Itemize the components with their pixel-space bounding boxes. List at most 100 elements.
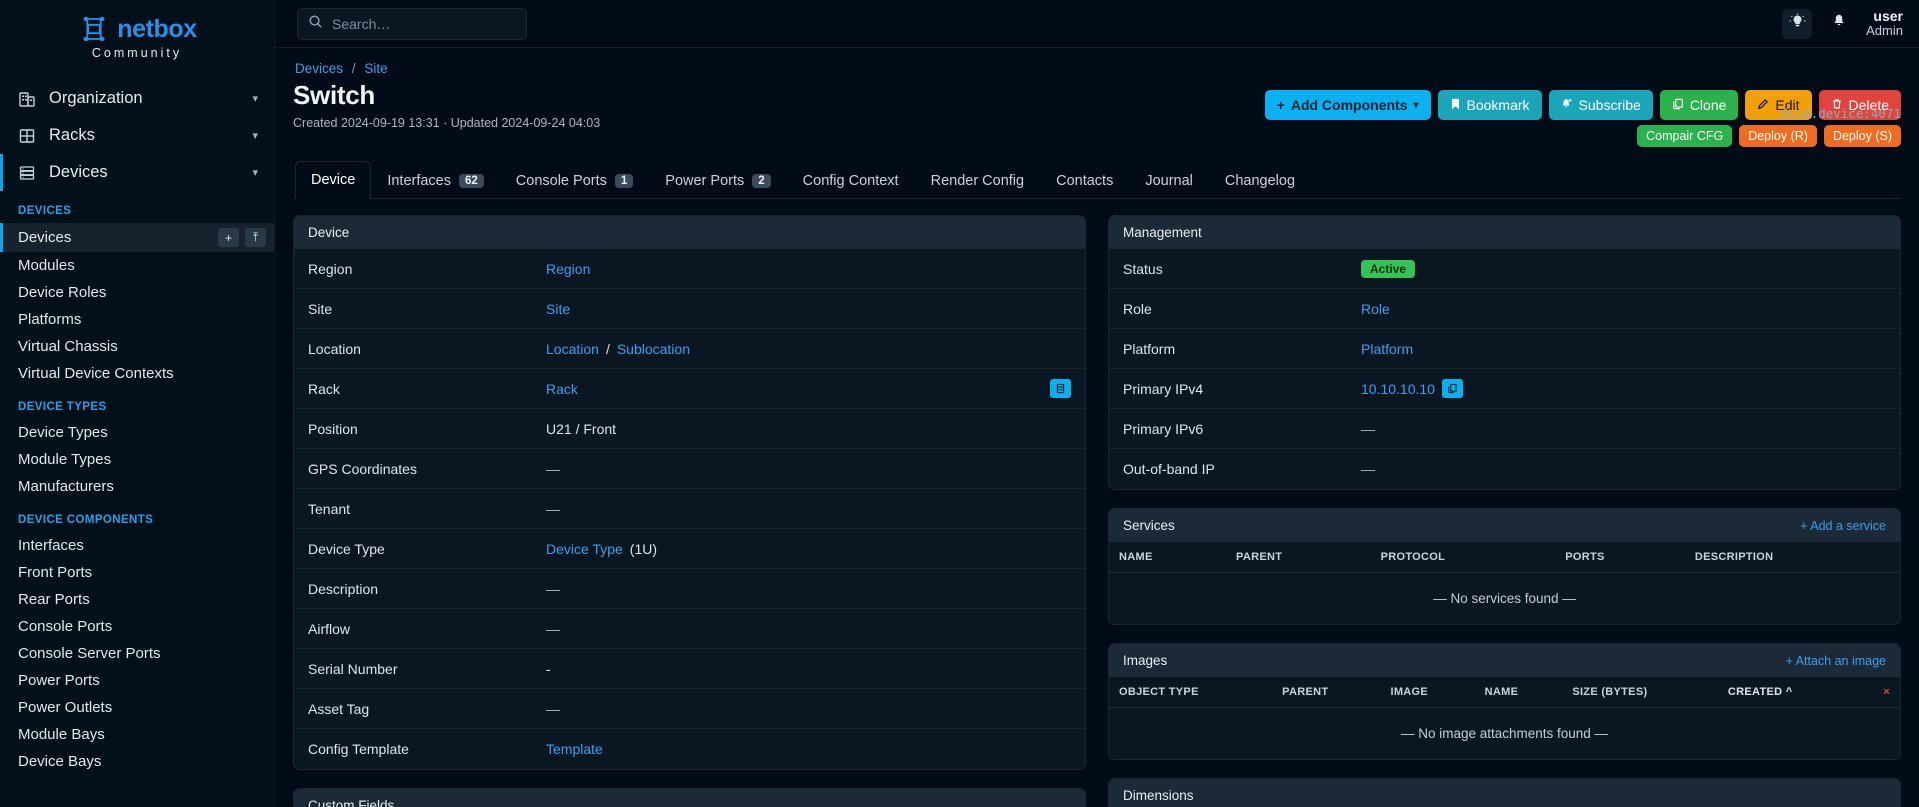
nav-group-racks[interactable]: Racks ▾ bbox=[0, 117, 274, 154]
column-parent[interactable]: PARENT bbox=[1226, 542, 1371, 573]
add-service-link[interactable]: + Add a service bbox=[1800, 519, 1886, 533]
field-label: Region bbox=[308, 260, 353, 277]
field-platform: Platform Platform bbox=[1109, 329, 1900, 369]
panel-columns: Device Region Region Site Site Location bbox=[293, 215, 1901, 807]
sidebar-item-device-bays[interactable]: Device Bays bbox=[0, 748, 274, 775]
field-label: Status bbox=[1123, 260, 1163, 277]
sidebar-item-power-outlets[interactable]: Power Outlets bbox=[0, 694, 274, 721]
serial-value: - bbox=[546, 660, 551, 677]
sidebar-item-modules[interactable]: Modules bbox=[0, 252, 274, 279]
sidebar-item-label: Device Bays bbox=[18, 753, 102, 770]
site-link[interactable]: Site bbox=[546, 301, 570, 317]
deploy-s-button[interactable]: Deploy (S) bbox=[1823, 125, 1901, 147]
tab-journal[interactable]: Journal bbox=[1129, 162, 1209, 199]
rack-elevation-icon[interactable] bbox=[1050, 379, 1071, 398]
field-serial-number: Serial Number - bbox=[294, 649, 1085, 689]
user-menu[interactable]: user Admin bbox=[1866, 8, 1903, 39]
sidebar-item-module-types[interactable]: Module Types bbox=[0, 446, 274, 473]
tab-render-config[interactable]: Render Config bbox=[915, 162, 1041, 199]
column-protocol[interactable]: PROTOCOL bbox=[1370, 542, 1556, 573]
sidebar-item-front-ports[interactable]: Front Ports bbox=[0, 559, 274, 586]
column-parent[interactable]: PARENT bbox=[1272, 677, 1381, 708]
location-link[interactable]: Location bbox=[546, 341, 599, 357]
primary-ipv4-link[interactable]: 10.10.10.10 bbox=[1361, 381, 1435, 397]
column-created[interactable]: CREATED ^ bbox=[1717, 677, 1857, 708]
compair-cfg-button[interactable]: Compair CFG bbox=[1637, 125, 1733, 147]
attach-image-link[interactable]: + Attach an image bbox=[1786, 654, 1886, 668]
role-link[interactable]: Role bbox=[1361, 301, 1390, 317]
primary-ipv6-value: — bbox=[1361, 420, 1375, 437]
rack-link[interactable]: Rack bbox=[546, 381, 578, 397]
brand[interactable]: netbox Community bbox=[0, 0, 274, 70]
bookmark-button[interactable]: Bookmark bbox=[1437, 90, 1542, 120]
sidebar-item-device-roles[interactable]: Device Roles bbox=[0, 279, 274, 306]
field-asset-tag: Asset Tag — bbox=[294, 689, 1085, 729]
device-type-units: (1U) bbox=[629, 540, 658, 557]
sidebar-item-console-server-ports[interactable]: Console Server Ports bbox=[0, 640, 274, 667]
sidebar-item-platforms[interactable]: Platforms bbox=[0, 306, 274, 333]
sidebar-item-virtual-device-contexts[interactable]: Virtual Device Contexts bbox=[0, 360, 274, 387]
sidebar-item-device-types[interactable]: Device Types bbox=[0, 419, 274, 446]
images-table-header: OBJECT TYPE PARENT IMAGE NAME SIZE (BYTE… bbox=[1109, 677, 1900, 708]
tab-console-ports[interactable]: Console Ports 1 bbox=[500, 162, 649, 199]
column-description[interactable]: DESCRIPTION bbox=[1684, 542, 1900, 573]
deploy-r-button[interactable]: Deploy (R) bbox=[1739, 125, 1817, 147]
tab-contacts[interactable]: Contacts bbox=[1040, 162, 1129, 199]
tab-config-context[interactable]: Config Context bbox=[787, 162, 915, 199]
column-name[interactable]: NAME bbox=[1474, 677, 1563, 708]
region-link[interactable]: Region bbox=[546, 261, 590, 277]
tab-power-ports[interactable]: Power Ports 2 bbox=[649, 162, 786, 199]
chevron-down-icon: ▾ bbox=[252, 167, 258, 179]
device-type-link[interactable]: Device Type bbox=[546, 541, 623, 557]
tab-device[interactable]: Device bbox=[295, 161, 372, 199]
sidebar-item-rear-ports[interactable]: Rear Ports bbox=[0, 586, 274, 613]
sidebar-item-label: Modules bbox=[18, 257, 75, 274]
config-template-link[interactable]: Template bbox=[546, 741, 603, 757]
column-image[interactable]: IMAGE bbox=[1380, 677, 1475, 708]
field-location: Location Location / Sublocation bbox=[294, 329, 1085, 369]
tab-label: Render Config bbox=[930, 173, 1025, 189]
search-box[interactable] bbox=[297, 7, 527, 40]
nav-group-organization[interactable]: Organization ▾ bbox=[0, 80, 274, 117]
clone-button[interactable]: Clone bbox=[1659, 90, 1739, 120]
topbar-actions: user Admin bbox=[1782, 8, 1903, 39]
breadcrumb-devices[interactable]: Devices bbox=[295, 61, 343, 76]
search-input[interactable] bbox=[332, 15, 516, 32]
subscribe-button[interactable]: Subscribe bbox=[1548, 90, 1653, 120]
nav-group-devices[interactable]: Devices ▾ bbox=[0, 154, 274, 191]
column-size-bytes[interactable]: SIZE (BYTES) bbox=[1562, 677, 1718, 708]
field-region: Region Region bbox=[294, 249, 1085, 289]
column-object-type[interactable]: OBJECT TYPE bbox=[1109, 677, 1273, 708]
tab-label: Console Ports bbox=[515, 173, 607, 189]
sidebar-item-label: Module Types bbox=[18, 451, 112, 468]
notifications-button[interactable] bbox=[1824, 9, 1854, 39]
sidebar-item-module-bays[interactable]: Module Bays bbox=[0, 721, 274, 748]
bookmark-label: Bookmark bbox=[1466, 97, 1530, 113]
platform-link[interactable]: Platform bbox=[1361, 341, 1413, 357]
sublocation-link[interactable]: Sublocation bbox=[617, 341, 690, 357]
sidebar-item-interfaces[interactable]: Interfaces bbox=[0, 532, 274, 559]
breadcrumb-site[interactable]: Site bbox=[364, 61, 387, 76]
sidebar-item-devices[interactable]: Devices + ⤒ bbox=[0, 223, 274, 252]
theme-toggle-button[interactable] bbox=[1782, 8, 1813, 39]
import-device-button[interactable]: ⤒ bbox=[245, 228, 266, 247]
column-name[interactable]: NAME bbox=[1109, 542, 1227, 573]
add-components-button[interactable]: + Add Components ▾ bbox=[1264, 90, 1431, 120]
column-ports[interactable]: PORTS bbox=[1555, 542, 1685, 573]
tab-changelog[interactable]: Changelog bbox=[1209, 162, 1311, 199]
tab-interfaces[interactable]: Interfaces 62 bbox=[371, 162, 499, 199]
column-delete[interactable]: × bbox=[1856, 677, 1900, 708]
images-empty-row: — No image attachments found — bbox=[1109, 708, 1900, 760]
copy-icon[interactable] bbox=[1441, 379, 1463, 398]
sidebar-item-manufacturers[interactable]: Manufacturers bbox=[0, 473, 274, 500]
sidebar-item-console-ports[interactable]: Console Ports bbox=[0, 613, 274, 640]
images-panel-title: Images bbox=[1123, 653, 1168, 668]
plus-icon: + bbox=[1276, 97, 1285, 113]
dimensions-panel-title: Dimensions bbox=[1109, 779, 1900, 807]
field-label: Position bbox=[308, 420, 358, 437]
content-area: Devices / Site dcim.device:4071 Switch C… bbox=[275, 48, 1919, 807]
add-device-button[interactable]: + bbox=[218, 228, 239, 247]
sidebar-item-label: Device Types bbox=[18, 424, 108, 441]
sidebar-item-virtual-chassis[interactable]: Virtual Chassis bbox=[0, 333, 274, 360]
sidebar-item-power-ports[interactable]: Power Ports bbox=[0, 667, 274, 694]
